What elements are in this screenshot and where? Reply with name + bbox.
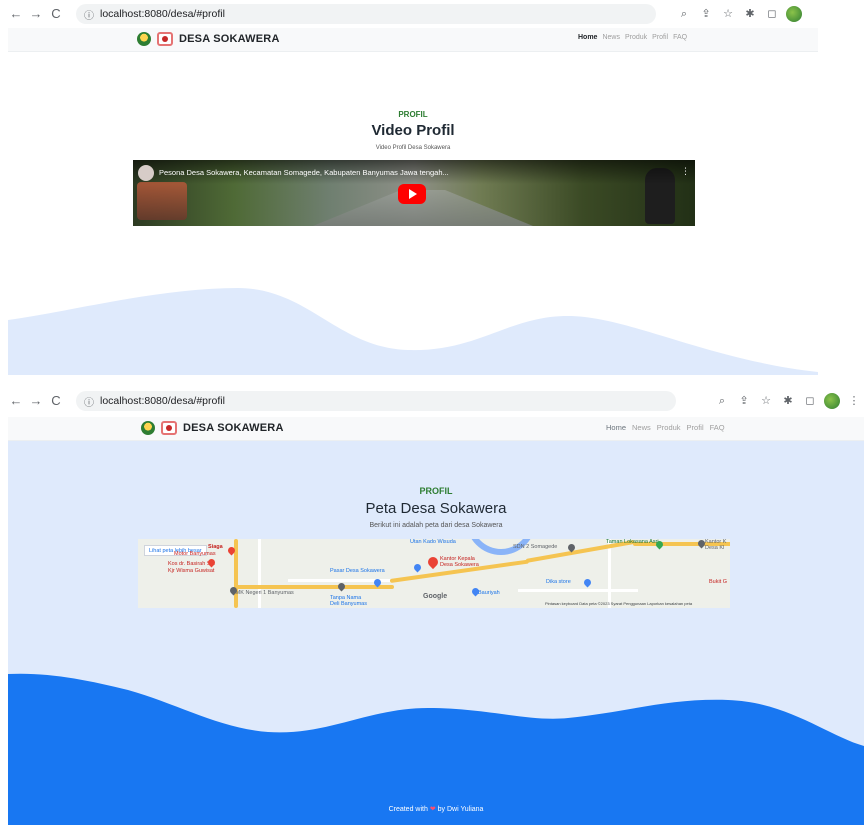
play-icon[interactable] [398, 184, 426, 204]
map-road [288, 579, 398, 582]
site-info-icon[interactable]: ⓘ [84, 7, 94, 22]
channel-avatar[interactable] [138, 165, 154, 181]
map-label: Desa Sokawera [440, 562, 479, 568]
wave-decoration-light [8, 288, 818, 375]
map-label: SMK Negeri 1 Banyumas [232, 590, 294, 596]
section-title: Video Profil [371, 122, 455, 139]
browser-toolbar-top: ← → C ⓘ localhost:8080/desa/#profil ⌕ ⇪ … [0, 0, 818, 28]
site-brand[interactable]: DESA SOKAWERA [137, 32, 280, 46]
site-menu: Home News Produk Profil FAQ [606, 423, 725, 432]
extensions-icon[interactable]: ✱ [742, 4, 758, 24]
map-label: Motor Banyumas [174, 551, 216, 557]
browser-tools: ⌕ ⇪ ☆ ✱ ◻ ⋮ [714, 391, 862, 411]
menu-faq[interactable]: FAQ [673, 34, 687, 41]
brand-name: DESA SOKAWERA [179, 33, 280, 45]
credit-text-before: Created with [388, 806, 428, 813]
map-footer-links[interactable]: Pintasan keyboard Data peta ©2023 Syarat… [545, 601, 692, 606]
browser-nav: ← → C [6, 391, 66, 411]
site-info-icon[interactable]: ⓘ [84, 394, 94, 409]
map-label: Pasar Desa Sokawera [330, 568, 385, 574]
map-label: Dika store [546, 579, 571, 585]
star-icon[interactable]: ☆ [758, 391, 774, 411]
menu-home[interactable]: Home [606, 423, 626, 432]
section-subtitle: Video Profil Desa Sokawera [375, 145, 451, 151]
map-label: Bukit G [709, 579, 728, 585]
location-marker-icon[interactable] [425, 554, 441, 570]
menu-faq[interactable]: FAQ [710, 423, 725, 432]
back-icon[interactable]: ← [6, 391, 26, 411]
map-road [258, 539, 261, 608]
share-icon[interactable]: ⇪ [698, 4, 714, 24]
brand-name: DESA SOKAWERA [183, 422, 284, 434]
map-road [608, 539, 611, 608]
site-navbar: DESA SOKAWERA Home News Produk Profil FA… [8, 417, 864, 441]
map-road [518, 589, 638, 592]
site-menu: Home News Produk Profil FAQ [578, 34, 687, 41]
menu-profil[interactable]: Profil [687, 423, 704, 432]
site-navbar: DESA SOKAWERA Home News Produk Profil FA… [8, 28, 818, 52]
credit-text-after: by Dwi Yuliana [437, 806, 484, 813]
section-title: Peta Desa Sokawera [365, 500, 507, 517]
map-label: Utan Kado Wisuda [410, 539, 456, 545]
sidepanel-icon[interactable]: ◻ [802, 391, 818, 411]
menu-produk[interactable]: Produk [625, 34, 647, 41]
map-label: Deli Banyumas [330, 601, 367, 607]
star-icon[interactable]: ☆ [720, 4, 736, 24]
more-options-icon[interactable]: ⋮ [681, 166, 690, 177]
menu-produk[interactable]: Produk [657, 423, 681, 432]
browser-tools: ⌕ ⇪ ☆ ✱ ◻ [676, 4, 802, 24]
video-title[interactable]: Pesona Desa Sokawera, Kecamatan Somagede… [159, 168, 449, 177]
map-main-road [234, 585, 394, 589]
site-brand[interactable]: DESA SOKAWERA [141, 421, 284, 435]
map-label: Bauriyah [478, 590, 500, 596]
map-pin-icon[interactable] [412, 562, 423, 573]
wave-decoration-blue [8, 673, 864, 825]
zoom-icon[interactable]: ⌕ [714, 391, 730, 411]
map-label: Siaga [208, 544, 223, 550]
reload-icon[interactable]: C [46, 391, 66, 411]
menu-news[interactable]: News [632, 423, 651, 432]
forward-icon[interactable]: → [26, 4, 46, 24]
share-icon[interactable]: ⇪ [736, 391, 752, 411]
regency-logo-icon [157, 32, 173, 46]
browser-toolbar-bottom: ← → C ⓘ localhost:8080/desa/#profil ⌕ ⇪ … [0, 387, 864, 415]
menu-profil[interactable]: Profil [652, 34, 668, 41]
regency-logo-icon [161, 421, 177, 435]
zoom-icon[interactable]: ⌕ [676, 4, 692, 24]
footer-credit: Created with ❤ by Dwi Yuliana [8, 805, 864, 813]
video-thumbnail-bus [137, 182, 187, 220]
google-logo: Google [423, 593, 448, 600]
map-label: SDN 2 Somagede [513, 544, 558, 550]
map-pin-icon[interactable] [336, 581, 347, 592]
address-bar[interactable]: ⓘ localhost:8080/desa/#profil [76, 4, 656, 24]
village-logo-icon [141, 421, 155, 435]
sidepanel-icon[interactable]: ◻ [764, 4, 780, 24]
address-bar[interactable]: ⓘ localhost:8080/desa/#profil [76, 391, 676, 411]
profile-avatar[interactable] [786, 6, 802, 22]
extensions-icon[interactable]: ✱ [780, 391, 796, 411]
forward-icon[interactable]: → [26, 391, 46, 411]
google-map-embed[interactable]: Lihat peta lebih besar Siaga Motor Banyu… [138, 539, 730, 608]
village-logo-icon [137, 32, 151, 46]
menu-home[interactable]: Home [578, 34, 597, 41]
heart-icon: ❤ [429, 806, 436, 813]
reload-icon[interactable]: C [46, 4, 66, 24]
map-pin-icon[interactable] [582, 577, 593, 588]
map-label: Taman Lokasana Asri [606, 539, 659, 545]
section-label: PROFIL [398, 110, 428, 119]
map-label: Kjr Wisma Guwisat [168, 568, 215, 574]
section-label: PROFIL [419, 486, 453, 496]
browser-nav: ← → C [6, 4, 66, 24]
map-label: Desa Kl [705, 545, 725, 551]
youtube-video-embed[interactable]: Pesona Desa Sokawera, Kecamatan Somagede… [133, 160, 695, 226]
url-text: localhost:8080/desa/#profil [100, 8, 225, 20]
menu-news[interactable]: News [602, 34, 620, 41]
section-subtitle: Berikut ini adalah peta dari desa Sokawe… [369, 522, 503, 529]
back-icon[interactable]: ← [6, 4, 26, 24]
profile-avatar[interactable] [824, 393, 840, 409]
menu-icon[interactable]: ⋮ [846, 391, 862, 411]
url-text: localhost:8080/desa/#profil [100, 395, 225, 407]
